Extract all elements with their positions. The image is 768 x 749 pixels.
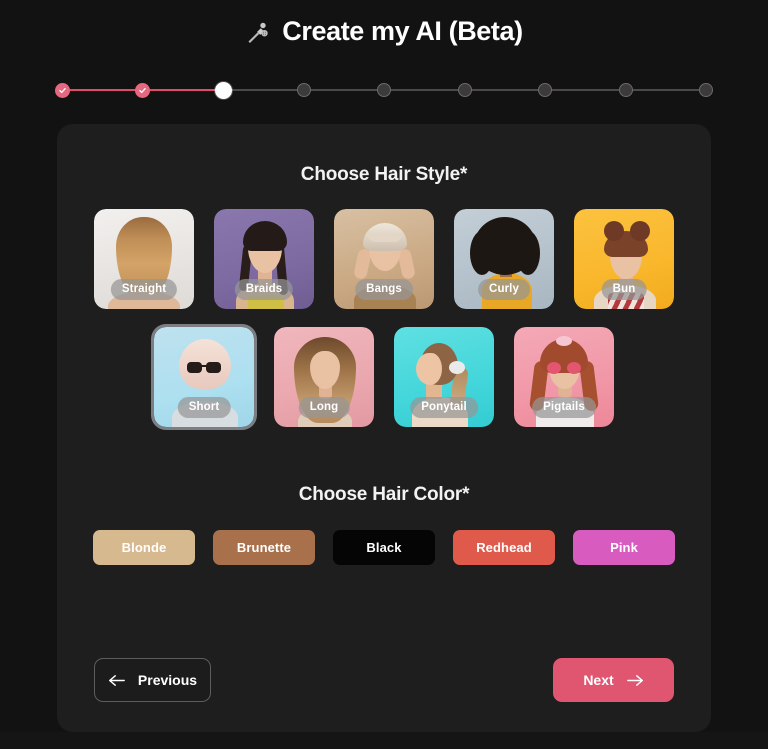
page-title: Create my AI (Beta) <box>282 15 523 46</box>
hair-style-label: Curly <box>478 279 530 300</box>
stepper-dot-3[interactable] <box>214 81 232 99</box>
hair-style-option-curly[interactable]: Curly <box>454 209 554 309</box>
check-icon <box>58 87 66 93</box>
hair-style-option-short[interactable]: Short <box>154 327 254 427</box>
hair-color-option-pink[interactable]: Pink <box>573 530 675 565</box>
hair-style-label: Pigtails <box>532 397 596 418</box>
stepper-dot-5[interactable] <box>377 83 391 97</box>
magic-pen-icon <box>248 22 268 44</box>
hair-style-option-ponytail[interactable]: Ponytail <box>394 327 494 427</box>
stepper-dot-6[interactable] <box>457 83 472 97</box>
hair-style-option-long[interactable]: Long <box>274 327 374 427</box>
hair-style-option-straight[interactable]: Straight <box>94 209 194 309</box>
next-button[interactable]: Next <box>553 658 674 702</box>
wizard-panel: Choose Hair Style* Straight Braids Bangs… <box>57 124 711 732</box>
stepper-dot-8[interactable] <box>618 83 633 97</box>
hair-color-option-blonde[interactable]: Blonde <box>93 530 195 565</box>
previous-button-label: Previous <box>137 672 198 688</box>
hair-style-label: Straight <box>110 279 178 300</box>
hair-style-grid: Straight Braids Bangs Curly Bun Short Lo… <box>57 209 711 427</box>
stepper-dot-1[interactable] <box>54 82 70 98</box>
hair-color-option-redhead[interactable]: Redhead <box>453 530 555 565</box>
hair-style-row-2: Short Long Ponytail Pigtails <box>57 327 711 427</box>
hair-color-options: Blonde Brunette Black Redhead Pink <box>57 530 711 565</box>
footer-bar <box>0 732 768 749</box>
arrow-right-icon <box>626 674 643 686</box>
hair-style-option-pigtails[interactable]: Pigtails <box>514 327 614 427</box>
hair-style-label: Braids <box>234 279 294 300</box>
page-header: Create my AI (Beta) <box>0 0 768 56</box>
hair-color-option-brunette[interactable]: Brunette <box>213 530 315 565</box>
hair-style-heading: Choose Hair Style* <box>300 164 468 185</box>
progress-stepper <box>0 56 768 102</box>
hair-style-option-bangs[interactable]: Bangs <box>334 209 434 309</box>
stepper-dot-7[interactable] <box>538 83 552 97</box>
next-button-label: Next <box>583 672 614 688</box>
hair-style-option-bun[interactable]: Bun <box>574 209 674 309</box>
hair-style-label: Ponytail <box>410 397 478 418</box>
hair-style-label: Bun <box>601 279 647 300</box>
hair-color-heading: Choose Hair Color* <box>298 484 470 505</box>
check-icon <box>139 87 146 93</box>
arrow-left-icon <box>108 674 125 686</box>
stepper-dot-9[interactable] <box>699 83 713 97</box>
previous-button[interactable]: Previous <box>94 658 211 702</box>
stepper-dot-4[interactable] <box>296 83 311 97</box>
hair-style-row-1: Straight Braids Bangs Curly Bun <box>57 209 711 309</box>
hair-style-label: Bangs <box>355 279 413 300</box>
hair-style-label: Short <box>177 397 231 418</box>
stepper-track-area <box>54 80 713 100</box>
wizard-navigation: Previous Next <box>94 658 674 702</box>
stepper-dot-2[interactable] <box>135 82 150 98</box>
hair-color-option-black[interactable]: Black <box>333 530 435 565</box>
hair-style-label: Long <box>298 397 350 418</box>
hair-style-option-braids[interactable]: Braids <box>214 209 314 309</box>
